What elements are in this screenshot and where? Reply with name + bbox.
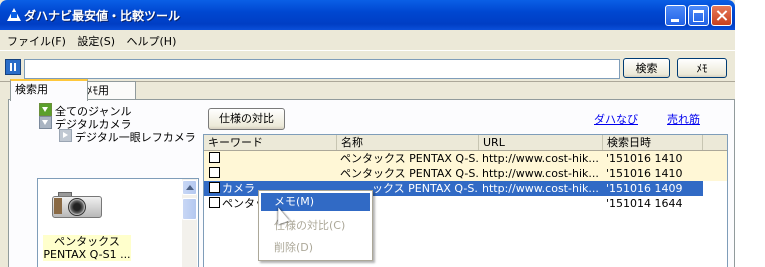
tab-search[interactable]: 検索用 [10, 79, 88, 101]
date-cell: '151014 1644 [606, 197, 683, 210]
dahanabi-link[interactable]: ダハなび [592, 111, 640, 127]
column-header-url[interactable]: URL [479, 135, 603, 150]
menu-bar: ファイル(F) 設定(S) ヘルプ(H) [4, 30, 734, 50]
toolbar: 検索 ﾒﾓ [0, 50, 735, 82]
menu-help[interactable]: ヘルプ(H) [124, 30, 182, 49]
close-button[interactable] [711, 5, 732, 26]
expand-icon[interactable] [39, 116, 52, 129]
search-button[interactable]: 検索 [623, 58, 670, 78]
maximize-button[interactable] [688, 5, 709, 26]
row-checkbox[interactable] [209, 152, 220, 163]
url-cell: http://www.cost-hik... [482, 182, 599, 195]
name-cell: ペンタックス PENTAX Q-S... [340, 152, 479, 165]
keyword-text: カメラ [222, 182, 255, 195]
menu-file[interactable]: ファイル(F) [4, 30, 71, 49]
title-bar[interactable]: ダハナビ最安値・比較ツール [0, 0, 735, 30]
column-header-name[interactable]: 名称 [337, 135, 479, 150]
camera-thumbnail[interactable] [52, 189, 102, 219]
tree-item-digital-camera[interactable]: デジタルカメラ [39, 116, 131, 131]
table-row[interactable]: ペンタックス PENTAX Q-S... http://www.cost-hik… [204, 166, 727, 181]
bookshelf-icon[interactable] [5, 59, 21, 75]
column-header-keyword[interactable]: キーワード [204, 135, 337, 150]
tree-item-all-genres[interactable]: 全てのジャンル [39, 103, 131, 118]
keyword-cell[interactable] [206, 151, 337, 166]
context-menu-delete[interactable]: 削除(D) [261, 239, 370, 257]
keyword-cell[interactable] [206, 166, 337, 181]
tree-item-dslr[interactable]: デジタル一眼レフカメラ [59, 129, 196, 144]
leaf-icon [59, 129, 72, 142]
minimize-button[interactable] [665, 5, 686, 26]
product-list[interactable]: ペンタックス PENTAX Q-S1 ... [37, 178, 199, 267]
spec-compare-button[interactable]: 仕様の対比 [208, 108, 285, 130]
search-input[interactable] [24, 59, 620, 79]
row-checkbox[interactable] [209, 167, 220, 178]
app-window: ダハナビ最安値・比較ツール ファイル(F) 設定(S) ヘルプ(H) 検索 ﾒﾓ… [0, 0, 735, 267]
name-cell: ペンタックス PENTAX Q-S... [340, 167, 479, 180]
column-header-date[interactable]: 検索日時 [603, 135, 703, 150]
row-checkbox[interactable] [209, 182, 220, 193]
tree-item-label: デジタル一眼レフカメラ [75, 131, 196, 144]
window-title: ダハナビ最安値・比較ツール [24, 9, 181, 23]
name-cell: ックス PENTAX Q-S... [372, 182, 479, 195]
context-menu: メモ(M) 仕様の対比(C) 削除(D) [258, 190, 373, 261]
url-cell: http://www.cost-hik... [482, 152, 599, 165]
app-logo-icon [7, 8, 21, 21]
table-header: キーワード 名称 URL 検索日時 [204, 135, 727, 151]
best-sellers-link[interactable]: 売れ筋 [665, 111, 702, 127]
tab-memo[interactable]: ﾒﾓ用 [82, 81, 136, 100]
date-cell: '151016 1410 [606, 152, 683, 165]
scroll-thumb[interactable] [182, 198, 197, 220]
menu-settings[interactable]: 設定(S) [74, 30, 120, 49]
memo-button[interactable]: ﾒﾓ [677, 58, 727, 78]
url-cell [479, 196, 603, 211]
url-cell: http://www.cost-hik... [482, 167, 599, 180]
scroll-up-icon[interactable] [182, 180, 197, 195]
expand-icon[interactable] [39, 103, 52, 116]
date-cell: '151016 1410 [606, 167, 683, 180]
product-label[interactable]: ペンタックス PENTAX Q-S1 ... [43, 235, 131, 261]
row-checkbox[interactable] [209, 197, 220, 208]
date-cell: '151016 1409 [606, 182, 683, 195]
product-scrollbar[interactable] [182, 179, 197, 267]
genre-tree: 全てのジャンル デジタルカメラ デジタル一眼レフカメラ [35, 103, 196, 169]
table-row[interactable]: ペンタックス PENTAX Q-S... http://www.cost-hik… [204, 151, 727, 166]
